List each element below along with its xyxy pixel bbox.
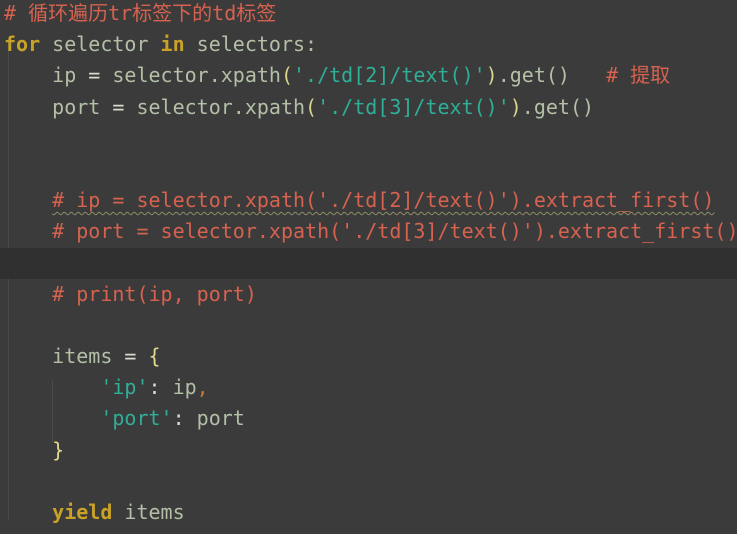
code-token: 'port': [100, 406, 173, 431]
code-line[interactable]: for selector in selectors:: [0, 29, 737, 60]
code-token: =: [112, 94, 125, 119]
code-line[interactable]: # print(ip, port): [0, 279, 737, 310]
current-code-line[interactable]: [0, 247, 737, 279]
code-token: 'ip': [100, 375, 149, 400]
code-token: # print(ip, port): [52, 281, 257, 306]
code-token: ip: [4, 63, 89, 88]
code-line[interactable]: }: [0, 435, 737, 466]
code-line[interactable]: 'ip': ip,: [0, 372, 737, 403]
code-token: ,: [196, 375, 209, 400]
code-line[interactable]: # 循环遍历tr标签下的td标签: [0, 0, 737, 29]
code-line[interactable]: [0, 466, 737, 497]
code-token: ): [509, 94, 522, 119]
code-line[interactable]: items = {: [0, 341, 737, 372]
code-token: './td[3]/text()': [317, 94, 510, 119]
code-line[interactable]: [0, 154, 737, 185]
code-line[interactable]: [0, 123, 737, 154]
code-token: ip: [160, 375, 197, 400]
code-line[interactable]: yield items: [0, 497, 737, 528]
code-token: }: [52, 437, 65, 462]
code-token: selector.xpath: [124, 94, 306, 119]
code-line[interactable]: # port = selector.xpath('./td[3]/text()'…: [0, 216, 737, 247]
code-token: yield: [52, 500, 113, 524]
code-token: in: [160, 32, 185, 57]
code-token: selectors:: [184, 32, 318, 57]
code-token: # 提取: [569, 63, 671, 88]
code-token: =: [124, 344, 137, 369]
code-line[interactable]: port = selector.xpath('./td[3]/text()').…: [0, 92, 737, 123]
code-token: # 循环遍历tr标签下的td标签: [4, 1, 277, 25]
code-token: =: [88, 63, 101, 88]
code-token: {: [148, 344, 161, 369]
code-token: port: [184, 406, 245, 431]
code-token: # port = selector.xpath('./td[3]/text()'…: [52, 219, 737, 244]
code-line[interactable]: # ip = selector.xpath('./td[2]/text()').…: [0, 185, 737, 216]
code-line[interactable]: ip = selector.xpath('./td[2]/text()').ge…: [0, 60, 737, 91]
code-line[interactable]: [0, 310, 737, 341]
code-token: (: [280, 63, 294, 88]
code-token: :: [148, 375, 161, 400]
code-token: (: [305, 94, 318, 119]
code-token: selector.xpath: [100, 63, 281, 88]
code-token: :: [172, 406, 185, 431]
code-token: items: [4, 344, 125, 369]
code-token: # ip = selector.xpath('./td[2]/text()').…: [52, 188, 715, 213]
code-token: port: [4, 94, 113, 119]
code-token: for: [4, 32, 41, 57]
code-token: ): [485, 63, 498, 88]
code-editor[interactable]: # 循环遍历tr标签下的td标签 for selector in selector…: [0, 0, 737, 528]
code-token: .get(): [497, 63, 570, 88]
code-token: selector: [40, 32, 161, 57]
code-token: './td[2]/text()': [293, 63, 486, 88]
code-token: items: [112, 500, 185, 524]
code-token: .get(): [521, 94, 595, 119]
code-line[interactable]: 'port': port: [0, 403, 737, 434]
